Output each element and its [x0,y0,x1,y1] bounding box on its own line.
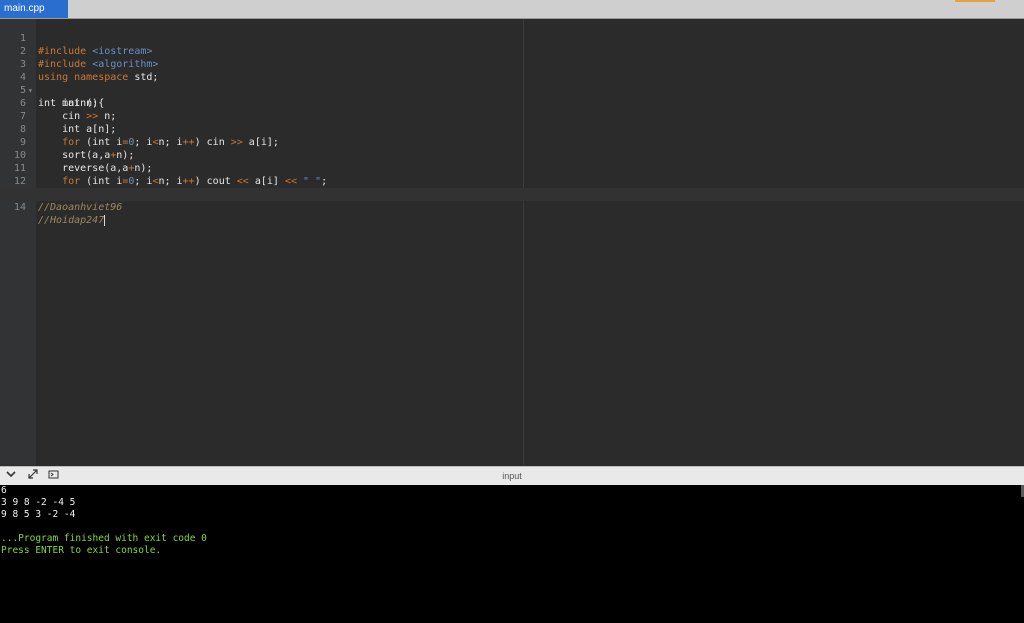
expand-icon[interactable] [26,469,40,483]
code-line-8[interactable]: 8 for (int i=0; i<n; i++) cin >> a[i]; [0,110,1024,148]
chevron-down-icon[interactable] [4,469,18,483]
code-line-9[interactable]: 9 sort(a,a+n); [0,123,1024,161]
code-line-4[interactable]: 4 ▾ int main(){ [0,58,1024,109]
line-number: 14 [13,202,26,213]
console-line-prompt: Press ENTER to exit console. [1,545,162,556]
code-line-7[interactable]: 7 int a[n]; [0,97,1024,135]
code-line-5[interactable]: 5 int n; [0,71,1024,109]
code-editor[interactable]: 1 #include <iostream> 2 #include <algori… [0,19,1024,465]
console-panel-header: input [0,466,1024,485]
console-line: 9 8 5 3 -2 -4 [1,509,76,520]
terminal-icon[interactable] [46,469,60,483]
code-line-6[interactable]: 6 cin >> n; [0,84,1024,122]
code-line-12[interactable]: 12 } [0,162,1024,200]
tab-main-cpp[interactable]: main.cpp [0,0,68,18]
code-text: //Daoanhviet96 [38,202,123,213]
text-caret [104,214,106,226]
console-line: 6 [1,485,7,496]
panel-title: input [502,471,522,481]
code-line-11[interactable]: 11 for (int i=0; i<n; i++) cout << a[i] … [0,149,1024,187]
code-line-2[interactable]: 2 #include <algorithm> [0,32,1024,70]
console-line: 3 9 8 -2 -4 5 [1,497,76,508]
console-output[interactable]: 6 3 9 8 -2 -4 5 9 8 5 3 -2 -4 ...Program… [0,485,1024,623]
console-line-status: ...Program finished with exit code 0 [1,533,207,544]
code-line-3[interactable]: 3 using namespace std; [0,45,1024,83]
tabbar-accent [955,0,995,2]
code-line-1[interactable]: 1 #include <iostream> [0,19,1024,57]
tab-bar: main.cpp [0,0,1024,19]
code-line-14[interactable]: 14 //Hoidap247 [0,188,1024,226]
code-line-10[interactable]: 10 reverse(a,a+n); [0,136,1024,174]
code-line-13[interactable]: 13 //Daoanhviet96 [0,175,1024,213]
code-text: //Hoidap247 [38,214,106,226]
